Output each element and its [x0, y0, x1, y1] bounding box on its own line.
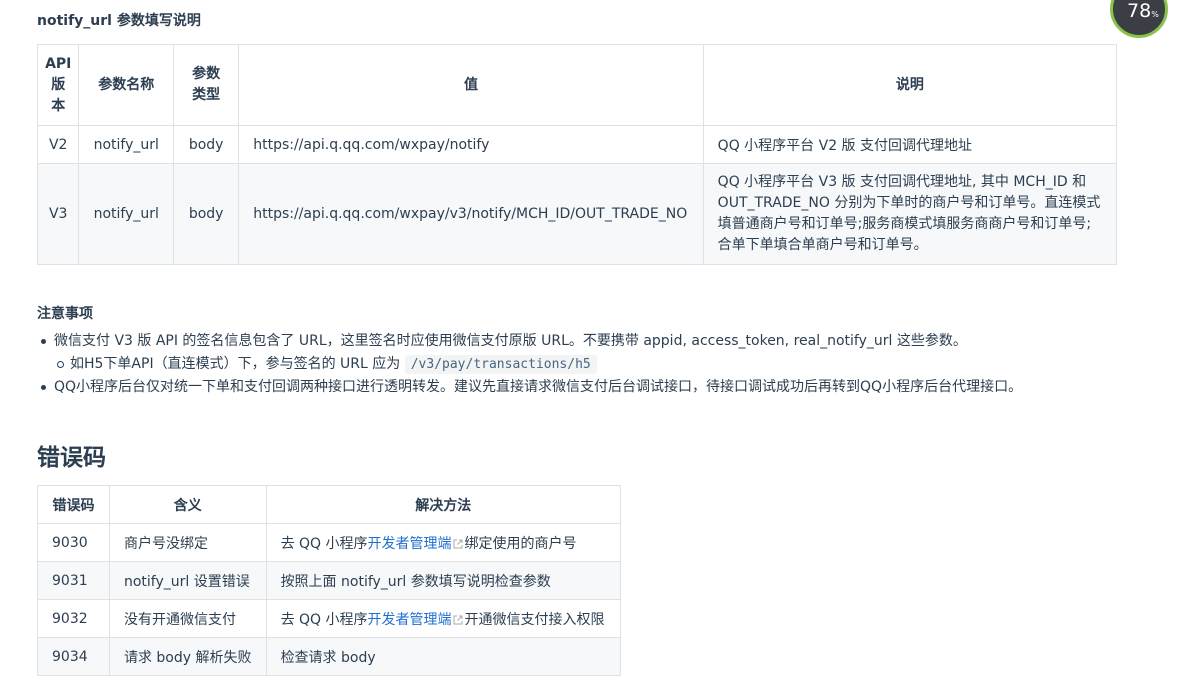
header-text: 版 — [51, 76, 66, 93]
cell-param-type: body — [173, 125, 240, 164]
cell-description: QQ 小程序平台 V3 版 支付回调代理地址, 其中 MCH_ID 和 OUT_… — [702, 163, 1118, 265]
cell-solution: 检查请求 body — [265, 637, 622, 676]
header-text: 参数 — [192, 66, 221, 82]
header-description: 说明 — [702, 44, 1118, 126]
header-text: 本 — [51, 97, 66, 114]
developer-console-link[interactable]: 开发者管理端 — [368, 612, 452, 628]
developer-console-link[interactable]: 开发者管理端 — [368, 536, 452, 552]
cell-error-code: 9030 — [37, 523, 110, 562]
list-item: QQ小程序后台仅对统一下单和支付回调两种接口进行透明转发。建议先直接请求微信支付… — [40, 376, 1023, 399]
header-param-name: 参数名称 — [78, 44, 175, 126]
list-item: 如H5下单API（直连模式）下，参与签名的 URL 应为 /v3/pay/tra… — [56, 353, 1022, 376]
gauge-unit: % — [1151, 10, 1159, 19]
table-header-row: API 版 本 参数名称 参数 类型 值 说明 — [36, 44, 1118, 126]
cell-version: V3 — [36, 163, 80, 265]
inline-code: /v3/pay/transactions/h5 — [404, 355, 597, 374]
solution-text: 去 QQ 小程序 — [280, 611, 368, 628]
cell-error-code: 9031 — [37, 561, 110, 600]
header-text: API — [45, 55, 72, 72]
table-row: V2 notify_url body https://api.q.qq.com/… — [36, 125, 1118, 164]
header-text: 类型 — [192, 87, 221, 103]
header-meaning: 含义 — [108, 485, 267, 524]
table-row: 9030 商户号没绑定 去 QQ 小程序开发者管理端 绑定使用的商户号 — [37, 523, 622, 562]
note-text: 微信支付 V3 版 API 的签名信息包含了 URL，这里签名时应使用微信支付原… — [54, 333, 967, 349]
solution-text: 去 QQ 小程序 — [280, 535, 368, 552]
cell-solution: 按照上面 notify_url 参数填写说明检查参数 — [265, 561, 622, 600]
cell-error-code: 9032 — [37, 599, 110, 638]
error-codes-heading: 错误码 — [37, 445, 106, 471]
cell-description: QQ 小程序平台 V2 版 支付回调代理地址 — [702, 125, 1118, 164]
notes-list: 微信支付 V3 版 API 的签名信息包含了 URL，这里签名时应使用微信支付原… — [37, 330, 1022, 399]
cell-meaning: 没有开通微信支付 — [108, 599, 267, 638]
cell-param-name: notify_url — [78, 125, 175, 164]
header-error-code: 错误码 — [37, 485, 110, 524]
description-line: OUT_TRADE_NO 分别为下单时的商户号和订单号。直连模式 — [717, 195, 1101, 211]
table-row: 9032 没有开通微信支付 去 QQ 小程序开发者管理端 开通微信支付接入权限 — [37, 599, 622, 638]
sub-notes-list: 如H5下单API（直连模式）下，参与签名的 URL 应为 /v3/pay/tra… — [54, 353, 1022, 376]
header-solution: 解决方法 — [265, 485, 622, 524]
cell-error-code: 9034 — [37, 637, 110, 676]
error-code-table: 错误码 含义 解决方法 9030 商户号没绑定 去 QQ 小程序开发者管理端 绑定… — [37, 485, 622, 676]
cell-solution: 去 QQ 小程序开发者管理端 绑定使用的商户号 — [265, 523, 622, 562]
table-row: 9031 notify_url 设置错误 按照上面 notify_url 参数填… — [37, 561, 622, 600]
header-api-version: API 版 本 — [36, 44, 80, 126]
description-line: 合单下单填合单商户号和订单号。 — [717, 237, 928, 253]
description-line: QQ 小程序平台 V3 版 支付回调代理地址, 其中 MCH_ID 和 — [717, 174, 1087, 190]
solution-text: 开通微信支付接入权限 — [464, 611, 605, 628]
cell-meaning: 请求 body 解析失败 — [108, 637, 267, 676]
section-title-notify-url: notify_url 参数填写说明 — [37, 13, 201, 29]
table-row: V3 notify_url body https://api.q.qq.com/… — [36, 163, 1118, 265]
cell-version: V2 — [36, 125, 80, 164]
external-link-icon — [453, 615, 463, 624]
note-text: QQ小程序后台仅对统一下单和支付回调两种接口进行透明转发。建议先直接请求微信支付… — [54, 379, 1023, 395]
cell-value: https://api.q.qq.com/wxpay/notify — [238, 125, 704, 164]
cell-meaning: notify_url 设置错误 — [108, 561, 267, 600]
table-row: 9034 请求 body 解析失败 检查请求 body — [37, 637, 622, 676]
list-item: 微信支付 V3 版 API 的签名信息包含了 URL，这里签名时应使用微信支付原… — [40, 330, 1022, 376]
header-value: 值 — [238, 44, 704, 126]
cell-value: https://api.q.qq.com/wxpay/v3/notify/MCH… — [238, 163, 704, 265]
gauge-number: 78 — [1127, 0, 1152, 22]
external-link-icon — [453, 539, 463, 548]
description-line: 填普通商户号和订单号;服务商模式填服务商商户号和订单号; — [717, 216, 1092, 232]
notify-url-param-table: API 版 本 参数名称 参数 类型 值 说明 V2 notify_url bo… — [36, 44, 1118, 265]
header-param-type: 参数 类型 — [173, 44, 240, 126]
cell-solution: 去 QQ 小程序开发者管理端 开通微信支付接入权限 — [265, 599, 622, 638]
notes-title: 注意事项 — [37, 306, 93, 322]
solution-text: 绑定使用的商户号 — [464, 535, 577, 552]
note-text: 如H5下单API（直连模式）下，参与签名的 URL 应为 — [70, 356, 401, 372]
cell-param-type: body — [173, 163, 240, 265]
cell-param-name: notify_url — [78, 163, 175, 265]
gauge-value: 78% — [1127, 0, 1159, 22]
table-header-row: 错误码 含义 解决方法 — [37, 485, 622, 524]
cell-meaning: 商户号没绑定 — [108, 523, 267, 562]
